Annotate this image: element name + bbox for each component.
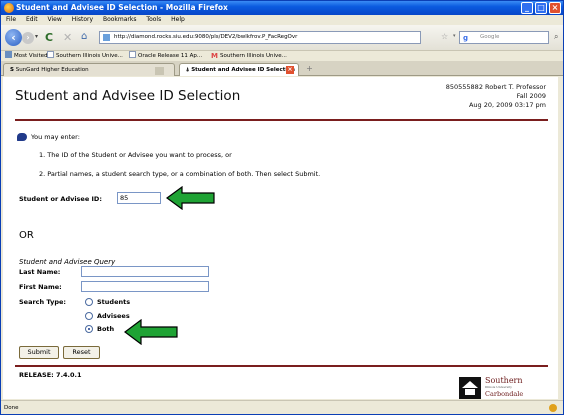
- bookmarks-toolbar: Most Visited Southern Illinois Unive... …: [1, 50, 563, 61]
- sungard-logo-icon: S: [10, 67, 14, 73]
- page-header-info: 850555882 Robert T. Professor Fall 2009 …: [446, 83, 546, 110]
- history-dropdown-icon[interactable]: ▾: [35, 33, 38, 40]
- folder-icon: [5, 51, 12, 58]
- header-divider: [15, 119, 548, 121]
- first-name-input[interactable]: [81, 281, 209, 292]
- status-bar: Done: [1, 400, 563, 414]
- tab-close-icon[interactable]: ×: [286, 66, 294, 74]
- status-text: Done: [4, 405, 19, 411]
- new-tab-button[interactable]: +: [303, 63, 316, 75]
- radio-both[interactable]: [85, 325, 93, 333]
- close-button[interactable]: ×: [549, 2, 561, 14]
- arrow-pointer-icon: [166, 186, 215, 210]
- arrow-pointer-icon: [124, 319, 178, 345]
- tab-label: Student and Advisee ID Selection: [191, 67, 295, 73]
- window-titlebar: Student and Advisee ID Selection - Mozil…: [1, 1, 563, 15]
- tab-close-icon[interactable]: [155, 67, 164, 75]
- radio-students[interactable]: [85, 298, 93, 306]
- url-text: http://diamond.rocks.siu.edu:9080/pls/DE…: [114, 34, 298, 40]
- status-icon: [549, 404, 557, 412]
- menu-tools[interactable]: Tools: [146, 16, 161, 23]
- search-input[interactable]: g Google: [459, 31, 549, 44]
- tab-sungard[interactable]: S SunGard Higher Education: [3, 63, 175, 76]
- radio-both-label: Both: [97, 325, 115, 333]
- siu-logo: Southern Illinois University Carbondale: [453, 375, 543, 399]
- last-name-label: Last Name:: [19, 268, 61, 276]
- menu-view[interactable]: View: [48, 16, 62, 23]
- forward-button[interactable]: ›: [22, 32, 34, 44]
- url-dropdown-icon[interactable]: ▾: [453, 33, 456, 39]
- menu-history[interactable]: History: [72, 16, 93, 23]
- menu-help[interactable]: Help: [171, 16, 185, 23]
- stop-icon[interactable]: ✕: [63, 31, 72, 44]
- google-icon[interactable]: g: [463, 33, 468, 44]
- back-button[interactable]: ‹: [5, 29, 22, 46]
- site-identity-icon[interactable]: [103, 34, 110, 41]
- search-icon[interactable]: ⌕: [554, 32, 558, 42]
- instruction-item: 2. Partial names, a student search type,…: [39, 170, 321, 178]
- bookmark-label: Most Visited: [14, 53, 48, 59]
- radio-advisees[interactable]: [85, 312, 93, 320]
- first-name-label: First Name:: [19, 283, 62, 291]
- last-name-input[interactable]: [81, 266, 209, 277]
- bookmark-label: Southern Illinois Unive...: [220, 53, 287, 59]
- query-section-title: Student and Advisee Query: [19, 258, 116, 266]
- page-title: Student and Advisee ID Selection: [15, 88, 241, 104]
- term: Fall 2009: [516, 92, 546, 100]
- firefox-icon: [4, 3, 14, 13]
- tab-strip: S SunGard Higher Education ⍋ Student and…: [1, 61, 563, 76]
- scrollbar[interactable]: [558, 77, 561, 399]
- siu-emblem-icon: [459, 377, 481, 399]
- search-type-label: Search Type:: [19, 298, 66, 306]
- info-text: You may enter:: [31, 133, 80, 141]
- star-icon[interactable]: ☆: [441, 32, 448, 41]
- logo-line3: Carbondale: [485, 390, 524, 398]
- menu-file[interactable]: File: [6, 16, 16, 23]
- window-title: Student and Advisee ID Selection - Mozil…: [16, 3, 228, 12]
- gmail-icon: M: [211, 52, 218, 60]
- menu-edit[interactable]: Edit: [26, 16, 38, 23]
- submit-button[interactable]: Submit: [19, 346, 59, 359]
- footer-divider: [15, 365, 548, 367]
- home-icon[interactable]: ⌂: [81, 31, 87, 42]
- or-label: OR: [19, 230, 34, 241]
- tab-label: SunGard Higher Education: [15, 67, 89, 73]
- release-label: RELEASE: 7.4.0.1: [19, 371, 82, 379]
- info-icon: [17, 133, 27, 141]
- search-placeholder: Google: [480, 34, 500, 40]
- reload-icon[interactable]: C: [45, 31, 53, 44]
- bookmark-label: Oracle Release 11 Ap...: [138, 53, 203, 59]
- student-id-input[interactable]: [117, 192, 161, 204]
- bookmark-label: Southern Illinois Unive...: [56, 53, 123, 59]
- id-label: Student or Advisee ID:: [19, 195, 102, 203]
- logo-line1: Southern: [485, 376, 523, 385]
- page-icon: [47, 51, 54, 58]
- menu-bookmarks[interactable]: Bookmarks: [103, 16, 137, 23]
- minimize-button[interactable]: _: [521, 2, 533, 14]
- radio-students-label: Students: [97, 298, 131, 306]
- url-bar[interactable]: http://diamond.rocks.siu.edu:9080/pls/DE…: [99, 31, 421, 44]
- navigation-toolbar: ‹ › ▾ C ✕ ⌂ http://diamond.rocks.siu.edu…: [1, 25, 563, 50]
- user-line: 850555882 Robert T. Professor: [445, 83, 546, 91]
- page-icon: [129, 51, 136, 58]
- instruction-item: 1. The ID of the Student or Advisee you …: [39, 151, 232, 159]
- browser-window: Student and Advisee ID Selection - Mozil…: [0, 0, 564, 415]
- menu-bar: File Edit View History Bookmarks Tools H…: [1, 15, 563, 25]
- logo-line2: Illinois University: [485, 385, 512, 389]
- reset-button[interactable]: Reset: [63, 346, 100, 359]
- maximize-button[interactable]: □: [535, 2, 547, 14]
- tab-student-advisee[interactable]: ⍋ Student and Advisee ID Selection ×: [179, 63, 299, 76]
- datetime: Aug 20, 2009 03:17 pm: [468, 101, 546, 109]
- page-content: Student and Advisee ID Selection 8505558…: [3, 77, 560, 399]
